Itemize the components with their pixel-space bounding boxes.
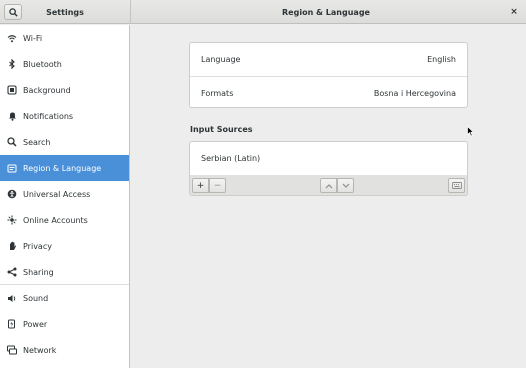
- speaker-icon: [7, 293, 17, 303]
- sidebar-item-power[interactable]: Power: [0, 311, 129, 337]
- sidebar-item-label: Background: [23, 85, 71, 95]
- remove-input-source-button[interactable]: −: [209, 178, 226, 193]
- region-card: Language English Formats Bosna i Hercego…: [189, 42, 468, 108]
- bell-icon: [7, 111, 17, 121]
- header-bar: Settings Region & Language ×: [0, 0, 526, 24]
- formats-label: Formats: [201, 88, 234, 98]
- sidebar-item-label: Online Accounts: [23, 215, 88, 225]
- add-input-source-button[interactable]: +: [192, 178, 209, 193]
- sidebar-item-search[interactable]: Search: [0, 129, 129, 155]
- sidebar-item-bluetooth[interactable]: Bluetooth: [0, 51, 129, 77]
- move-up-button[interactable]: [320, 178, 337, 193]
- sidebar-item-wifi[interactable]: Wi-Fi: [0, 25, 129, 51]
- share-icon: [7, 267, 17, 277]
- sidebar-item-label: Sharing: [23, 267, 54, 277]
- sidebar-item-sharing[interactable]: Sharing: [0, 259, 129, 285]
- search-icon: [7, 137, 17, 147]
- bluetooth-icon: [7, 59, 17, 69]
- input-sources-title: Input Sources: [190, 125, 253, 134]
- language-row[interactable]: Language English: [190, 43, 467, 76]
- sidebar-item-label: Wi-Fi: [23, 33, 43, 43]
- sidebar-item-sound[interactable]: Sound: [0, 285, 129, 311]
- input-sources-list: Serbian (Latin): [189, 141, 468, 176]
- input-source-label: Serbian (Latin): [201, 154, 261, 163]
- input-source-item[interactable]: Serbian (Latin): [190, 142, 467, 175]
- network-icon: [7, 345, 17, 355]
- sidebar-item-label: Notifications: [23, 111, 74, 121]
- language-label: Language: [201, 55, 241, 64]
- sidebar-item-universal-access[interactable]: Universal Access: [0, 181, 129, 207]
- sidebar-item-notifications[interactable]: Notifications: [0, 103, 129, 129]
- privacy-hand-icon: [7, 241, 17, 251]
- sidebar-item-label: Sound: [23, 293, 49, 303]
- sidebar-item-online-accounts[interactable]: Online Accounts: [0, 207, 129, 233]
- sidebar-item-label: Power: [23, 319, 48, 329]
- keyboard-layout-button[interactable]: [448, 178, 465, 193]
- sidebar-item-label: Region & Language: [23, 163, 102, 173]
- power-icon: [7, 319, 17, 329]
- sidebar-item-label: Universal Access: [23, 189, 91, 199]
- mouse-cursor-icon: [467, 126, 474, 137]
- move-down-button[interactable]: [337, 178, 354, 193]
- sidebar-item-background[interactable]: Background: [0, 77, 129, 103]
- online-accounts-icon: [7, 215, 17, 225]
- flag-icon: [7, 163, 17, 173]
- chevron-up-icon: [325, 183, 332, 188]
- sidebar-item-privacy[interactable]: Privacy: [0, 233, 129, 259]
- panel-title: Region & Language: [282, 7, 370, 17]
- input-sources-toolbar: + −: [189, 175, 468, 196]
- sidebar-item-label: Privacy: [23, 241, 52, 251]
- sidebar: Wi-Fi Bluetooth Background Notifications…: [0, 25, 130, 368]
- formats-row[interactable]: Formats Bosna i Hercegovina: [190, 76, 467, 109]
- sidebar-item-label: Search: [23, 137, 51, 147]
- keyboard-icon: [451, 182, 462, 189]
- sidebar-item-network[interactable]: Network: [0, 337, 129, 363]
- chevron-down-icon: [342, 183, 349, 188]
- sidebar-item-region-language[interactable]: Region & Language: [0, 155, 129, 181]
- accessibility-icon: [7, 189, 17, 199]
- close-button[interactable]: ×: [508, 6, 520, 18]
- formats-value: Bosna i Hercegovina: [373, 88, 456, 98]
- sidebar-item-label: Network: [23, 345, 57, 355]
- language-value: English: [427, 55, 456, 64]
- wifi-icon: [7, 33, 17, 43]
- background-icon: [7, 85, 17, 95]
- settings-title: Settings: [46, 7, 84, 17]
- sidebar-item-label: Bluetooth: [23, 59, 62, 69]
